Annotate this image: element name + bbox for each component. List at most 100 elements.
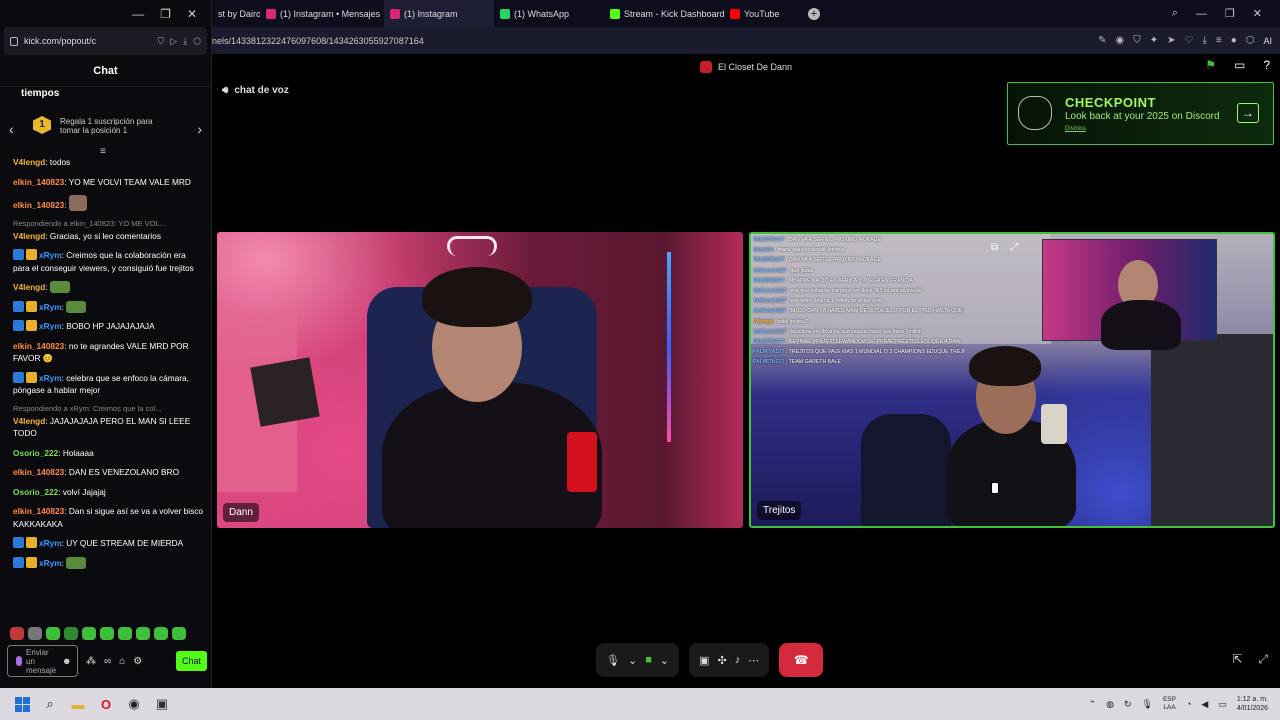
search-tabs-icon[interactable]: ⌕	[1172, 7, 1178, 20]
chat-input[interactable]: Enviar un mensaje ☻	[7, 645, 78, 677]
minimize-icon[interactable]: —	[132, 7, 144, 21]
chevron-down-icon[interactable]: ⌄	[660, 654, 669, 667]
browser-tab[interactable]: st by Dairo	[212, 0, 260, 27]
chat-username[interactable]: elkin_140823	[13, 177, 64, 187]
chat-username[interactable]: elkin_140823	[13, 200, 64, 210]
edit-icon[interactable]: ✎	[1098, 35, 1106, 46]
emoji-icon[interactable]: ☻	[62, 656, 71, 666]
shield-icon[interactable]: ⛉	[157, 36, 164, 47]
start-button[interactable]	[12, 694, 32, 714]
url-text[interactable]: nels/1433812322476097608/143426305592708…	[212, 36, 424, 46]
minimize-icon[interactable]: —	[1196, 8, 1207, 20]
menu-icon[interactable]: ≡	[1216, 35, 1222, 46]
infinity-icon[interactable]: ∞	[104, 656, 111, 667]
activities-icon[interactable]: ✣	[717, 654, 726, 667]
emote-icon[interactable]	[118, 627, 132, 640]
cube-icon[interactable]: ⬡	[193, 36, 201, 47]
popout-icon[interactable]: ⇱	[1232, 652, 1242, 667]
wifi-icon[interactable]: ◔	[1186, 699, 1191, 709]
mic-icon[interactable]: 🎙︎	[606, 654, 620, 667]
close-icon[interactable]: ✕	[187, 7, 197, 21]
language-indicator[interactable]: ESP LAA	[1163, 696, 1176, 712]
chat-username[interactable]: xRym	[39, 538, 62, 548]
checkpoint-banner[interactable]: CHECKPOINT Look back at your 2025 on Dis…	[1007, 82, 1274, 145]
fullscreen-icon[interactable]: ⤢	[1010, 242, 1018, 253]
emote-icon[interactable]	[100, 627, 114, 640]
chat-username[interactable]: elkin_140823	[13, 341, 64, 351]
dismiss-link[interactable]: Dismiss	[1065, 126, 1086, 132]
help-icon[interactable]: ?	[1263, 58, 1270, 72]
sync-icon[interactable]: ↻	[1124, 699, 1132, 710]
heart-icon[interactable]: ♡	[1184, 35, 1193, 46]
browser-tab[interactable]: YouTube	[724, 0, 804, 27]
discord-icon[interactable]: ▣	[152, 694, 172, 714]
browser-tab[interactable]: Stream - Kick Dashboard	[604, 0, 724, 27]
chevron-left-icon[interactable]: ‹	[9, 121, 14, 137]
end-call-button[interactable]: ☎	[779, 643, 824, 677]
arrow-right-icon[interactable]: →	[1237, 103, 1259, 123]
chevron-down-icon[interactable]: ⌄	[628, 654, 637, 667]
chat-username[interactable]: xRym	[39, 321, 62, 331]
restore-icon[interactable]: ❐	[160, 7, 171, 21]
shield-icon[interactable]: ⛉	[1133, 35, 1141, 46]
emote-icon[interactable]	[82, 627, 96, 640]
kicks-icon[interactable]: ⁂	[86, 656, 96, 667]
opera-icon[interactable]: O	[96, 694, 116, 714]
browser-tab[interactable]: (1) Instagram	[384, 0, 494, 27]
chevron-right-icon[interactable]: ›	[197, 121, 202, 137]
chat-username[interactable]: V4lengd	[13, 157, 45, 167]
camera-icon[interactable]: ■	[645, 654, 652, 666]
chat-username[interactable]: elkin_140823	[13, 506, 64, 516]
account-icon[interactable]: ●	[1231, 35, 1237, 46]
restore-icon[interactable]: ❐	[1225, 7, 1235, 20]
ai-button[interactable]: AI	[1263, 36, 1272, 46]
download-icon[interactable]: ⤓	[1202, 35, 1206, 46]
mic-icon[interactable]	[16, 656, 22, 666]
chat-username[interactable]: V4lengd	[13, 282, 45, 292]
inbox-icon[interactable]: ▭	[1234, 58, 1245, 72]
chat-send-button[interactable]: Chat	[175, 651, 207, 671]
emote-icon[interactable]	[10, 627, 24, 640]
video-tile-trejitos[interactable]: PALMITAS77 : DAN VA A SER EL PROXIMO HOK…	[749, 232, 1275, 528]
popout-icon[interactable]: ⧉	[991, 242, 998, 253]
popout-url[interactable]: kick.com/popout/c	[24, 36, 151, 46]
soundboard-icon[interactable]: ♪	[735, 654, 741, 666]
reply-context[interactable]: Respondiendo a elkin_140823: YO ME VOL..…	[13, 219, 204, 228]
browser-tab[interactable]: (1) WhatsApp	[494, 0, 604, 27]
chat-username[interactable]: V4lengd	[13, 231, 45, 241]
play-icon[interactable]: ▷	[170, 36, 177, 47]
clock[interactable]: 1:12 a. m. 4/01/2026	[1237, 695, 1268, 713]
file-explorer-icon[interactable]: ▬	[68, 694, 88, 714]
video-tile-dann[interactable]: Dann	[217, 232, 743, 528]
popout-address-bar[interactable]: kick.com/popout/c ⛉ ▷ ⤓ ⬡	[4, 27, 207, 55]
send-icon[interactable]: ➤	[1167, 35, 1175, 46]
close-icon[interactable]: ✕	[1253, 7, 1262, 20]
emote-icon[interactable]	[28, 627, 42, 640]
new-tab-button[interactable]: +	[808, 7, 820, 20]
emote-icon[interactable]	[172, 627, 186, 640]
chat-username[interactable]: Osorio_222	[13, 448, 58, 458]
chat-username[interactable]: xRym	[39, 302, 62, 312]
emote-icon[interactable]	[136, 627, 150, 640]
chat-username[interactable]: xRym	[39, 558, 62, 568]
address-bar[interactable]: nels/1433812322476097608/143426305592708…	[212, 27, 1280, 54]
mic-control[interactable]: 🎙︎ ⌄ ■ ⌄	[596, 643, 680, 677]
emote-icon[interactable]	[154, 627, 168, 640]
obs-icon[interactable]: ◉	[124, 694, 144, 714]
settings-icon[interactable]: ⚙	[133, 656, 142, 667]
more-icon[interactable]: ⋯	[748, 654, 759, 667]
network-icon[interactable]: ◍	[1106, 699, 1114, 710]
screen-share-icon[interactable]: ▣	[699, 654, 709, 667]
flag-icon[interactable]: ⚑	[1205, 58, 1216, 72]
battery-icon[interactable]: ▭	[1218, 699, 1227, 710]
extension-icon[interactable]: ✦	[1150, 35, 1158, 46]
fullscreen-icon[interactable]: ⤢	[1258, 652, 1268, 667]
chat-username[interactable]: Osorio_222	[13, 487, 58, 497]
volume-icon[interactable]: ◀︎	[1201, 699, 1208, 710]
chevron-up-icon[interactable]: ⌃	[1089, 699, 1097, 710]
reply-context[interactable]: Respondiendo a xRym: Creimos que la col.…	[13, 404, 204, 413]
store-icon[interactable]: ⌂	[119, 656, 125, 667]
emote-icon[interactable]	[46, 627, 60, 640]
chat-username[interactable]: xRym	[39, 373, 62, 383]
cube-icon[interactable]: ⬡	[1246, 35, 1255, 46]
